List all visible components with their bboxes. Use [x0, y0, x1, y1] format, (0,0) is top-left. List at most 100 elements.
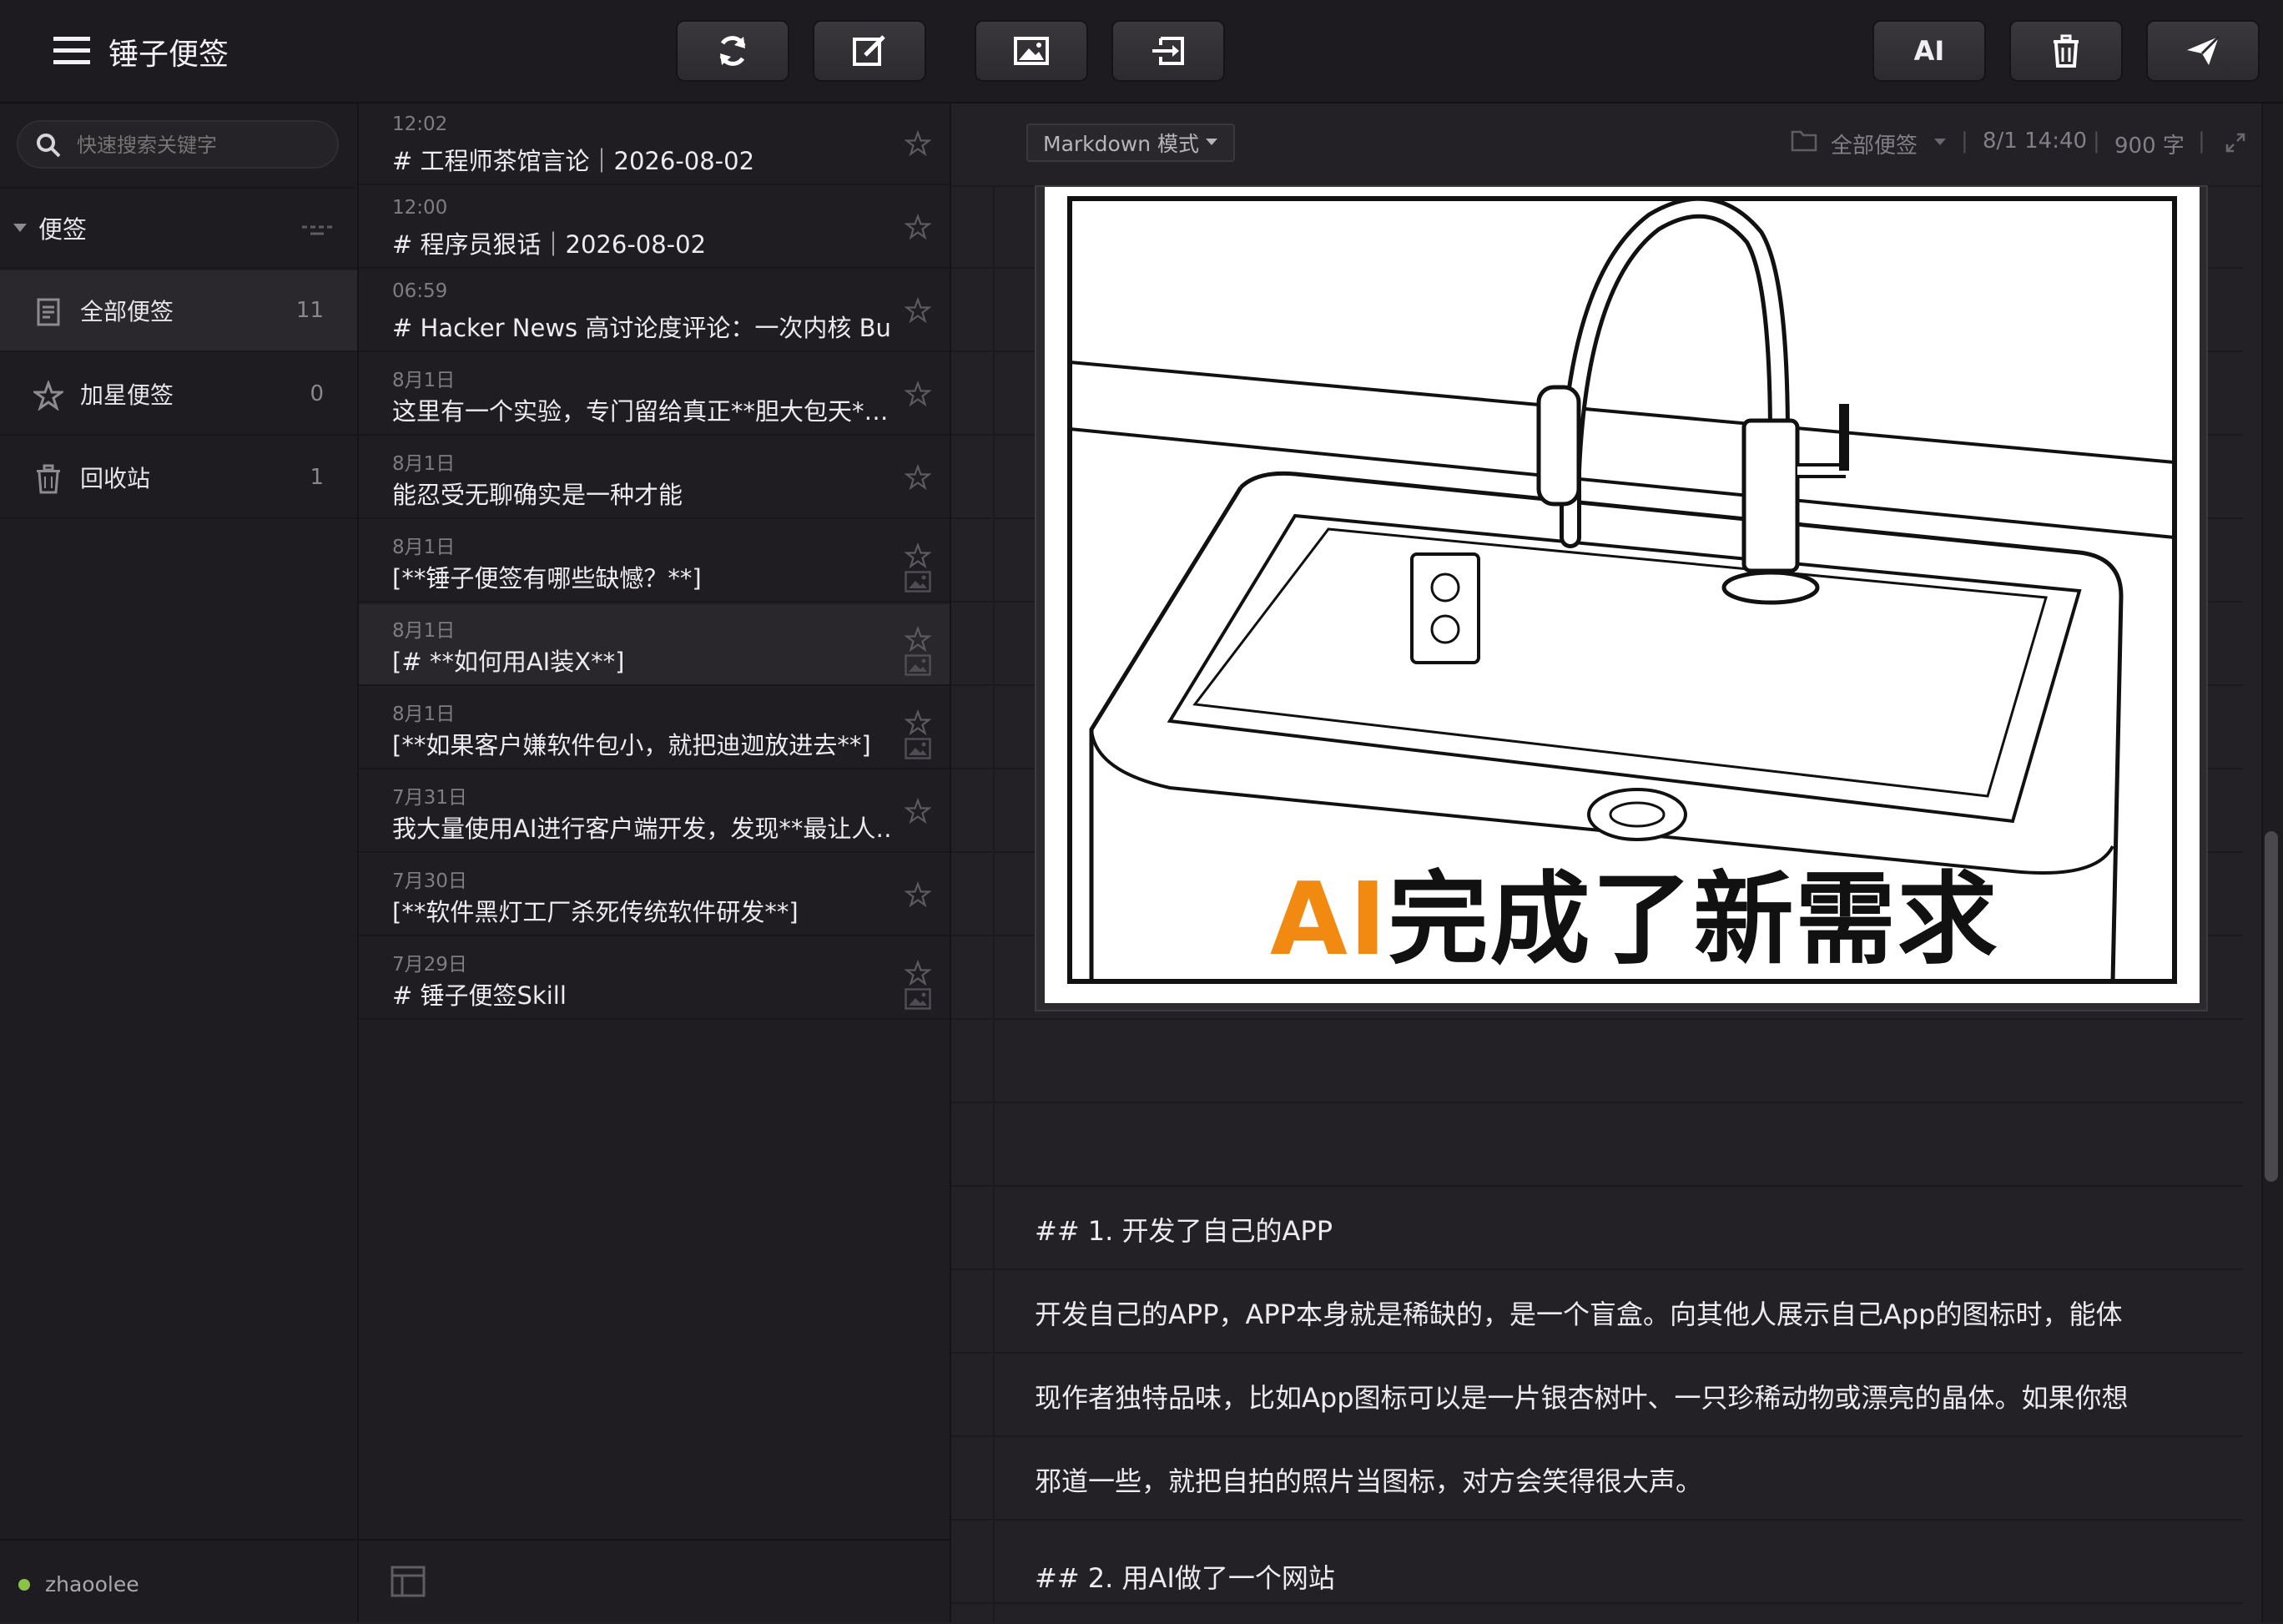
image-caption: AI完成了新需求 [1270, 838, 1999, 983]
star-icon[interactable] [904, 959, 932, 986]
import-button[interactable] [1111, 20, 1225, 82]
editor-line[interactable]: 现作者独特品味，比如App图标可以是一片银杏树叶、一只珍稀动物或漂亮的晶体。如果… [951, 1354, 2243, 1437]
note-list-item[interactable]: 7月31日 我大量使用AI进行客户端开发，发现**最让人… [359, 771, 950, 853]
image-icon [905, 738, 931, 759]
search-box[interactable] [17, 120, 339, 169]
folder-select[interactable]: 全部便签 [1831, 129, 1918, 159]
section-header-notes[interactable]: 便签 [0, 187, 357, 269]
mode-select-label: Markdown 模式 [1043, 132, 1200, 156]
divider: | [2093, 129, 2100, 154]
star-icon[interactable] [904, 380, 932, 407]
paragraph-line: 邪道一些，就把自拍的照片当图标，对方会笑得很大声。 [1035, 1465, 1703, 1497]
section-label: 便签 [38, 215, 88, 244]
fullscreen-icon[interactable] [2225, 132, 2246, 154]
editor-line[interactable] [951, 1604, 2243, 1622]
star-icon[interactable] [904, 129, 932, 157]
note-list: 12:02 # 工程师茶馆言论｜2026-08-02 12:00 # 程序员狠话｜20… [359, 103, 951, 1622]
star-icon[interactable] [904, 213, 932, 240]
note-date: 8月1日 [392, 370, 456, 391]
sidebar: 便签 全部便签 11 加星便签 0 回收站 1 zhaoolee [0, 103, 359, 1622]
search-icon [37, 134, 61, 158]
note-timestamp: 8/1 14:40 [1983, 129, 2088, 154]
send-icon [2187, 35, 2220, 65]
insert-image-button[interactable] [975, 20, 1088, 82]
note-list-item[interactable]: 8月1日这里有一个实验，专门留给真正**胆大包天*… [359, 354, 950, 436]
trash-icon [2054, 34, 2079, 68]
star-icon[interactable] [904, 880, 932, 908]
paragraph-line: 现作者独特品味，比如App图标可以是一片银杏树叶、一只珍稀动物或漂亮的晶体。如果… [1035, 1382, 2129, 1414]
layout-toggle-icon[interactable] [391, 1566, 426, 1597]
bottom-bar [359, 1539, 950, 1624]
image-icon [905, 654, 931, 676]
note-date: 06:59 [392, 280, 448, 302]
delete-button[interactable] [2009, 20, 2123, 82]
note-title: [**锤子便签有哪些缺憾？**] [392, 564, 702, 593]
note-list-item[interactable]: 12:02 # 工程师茶馆言论｜2026-08-02 [359, 103, 950, 185]
editor-line[interactable]: 邪道一些，就把自拍的照片当图标，对方会笑得很大声。 [951, 1437, 2243, 1521]
notes-icon [37, 298, 60, 326]
heading-line: ## 1. 开发了自己的APP [1035, 1215, 1333, 1247]
star-icon[interactable] [904, 463, 932, 491]
word-count: 900 字 [2114, 134, 2185, 159]
note-list-item[interactable]: 8月1日 [# **如何用AI装X**] [359, 604, 950, 686]
divider: | [1961, 129, 1968, 154]
star-icon[interactable] [904, 296, 932, 324]
folder-icon [1791, 130, 1817, 152]
image-caption-highlight: AI [1270, 862, 1388, 978]
star-icon[interactable] [904, 709, 932, 736]
editor-line[interactable] [951, 1103, 2243, 1187]
star-icon[interactable] [904, 797, 932, 825]
note-list-item[interactable]: 8月1日 [**锤子便签有哪些缺憾？**] [359, 521, 950, 603]
collapse-icon[interactable] [302, 222, 332, 235]
note-list-item[interactable]: 8月1日 能忍受无聊确实是一种才能 [359, 437, 950, 519]
note-title: 能忍受无聊确实是一种才能 [392, 481, 683, 509]
note-title: # Hacker News 高讨论度评论：一次内核 Bu… [392, 314, 893, 342]
sidebar-item-trash[interactable]: 回收站 1 [0, 437, 357, 519]
sync-icon [719, 36, 746, 66]
heading-line[interactable]: ## 2. 用AI做了一个网站 [1035, 1557, 1335, 1596]
divider: | [2198, 129, 2205, 154]
sidebar-item-starred[interactable]: 加星便签 0 [0, 354, 357, 436]
ai-button[interactable]: AI [1872, 20, 1986, 82]
editor-line[interactable]: 开发自己的APP，APP本身就是稀缺的，是一个盲盒。向其他人展示自己App的图标… [951, 1270, 2243, 1354]
sidebar-item-label: 全部便签 [80, 298, 174, 325]
username[interactable]: zhaoolee [45, 1572, 139, 1596]
sidebar-item-count: 1 [310, 465, 324, 490]
image-icon [905, 988, 931, 1010]
note-date: 7月30日 [392, 870, 467, 892]
sidebar-item-count: 11 [295, 298, 324, 323]
note-title: 这里有一个实验，专门留给真正**胆大包天*… [392, 397, 889, 426]
sidebar-item-label: 回收站 [80, 465, 151, 492]
send-button[interactable] [2146, 20, 2260, 82]
note-date: 12:02 [392, 113, 448, 135]
scrollbar-thumb[interactable] [2265, 831, 2278, 1182]
star-icon[interactable] [904, 625, 932, 653]
image-icon [905, 571, 931, 593]
new-note-button[interactable] [813, 20, 926, 82]
image-icon [1014, 37, 1049, 65]
editor-toolbar: Markdown 模式 全部便签 | 8/1 14:40 | 900 字 | [951, 103, 2283, 187]
note-date: 7月29日 [392, 954, 467, 976]
note-title: # 锤子便签Skill [392, 981, 567, 1010]
note-list-item[interactable]: 7月30日 [**软件黑灯工厂杀死传统软件研发**] [359, 855, 950, 936]
note-list-item[interactable]: 06:59 # Hacker News 高讨论度评论：一次内核 Bu… [359, 270, 950, 352]
sidebar-item-all-notes[interactable]: 全部便签 11 [0, 270, 357, 352]
star-icon[interactable] [904, 542, 932, 569]
edit-icon [853, 35, 885, 66]
search-input[interactable] [75, 129, 329, 162]
top-toolbar: 锤子便签 AI [0, 0, 2283, 103]
online-status-dot [18, 1579, 30, 1591]
sidebar-item-label: 加星便签 [80, 381, 174, 409]
editor-line[interactable]: ## 1. 开发了自己的APP [951, 1187, 2243, 1270]
mode-select[interactable]: Markdown 模式 [1026, 124, 1235, 162]
note-list-item[interactable]: 8月1日 [**如果客户嫌软件包小，就把迪迦放进去**] [359, 688, 950, 769]
menu-icon[interactable] [53, 37, 90, 65]
app-title: 锤子便签 [108, 38, 229, 72]
embedded-image[interactable]: AI完成了新需求 [1035, 185, 2208, 1011]
paragraph-line: 开发自己的APP，APP本身就是稀缺的，是一个盲盒。向其他人展示自己App的图标… [1035, 1299, 2123, 1330]
note-date: 7月31日 [392, 787, 467, 809]
note-date: 8月1日 [392, 620, 456, 642]
sync-button[interactable] [676, 20, 789, 82]
note-list-item[interactable]: 7月29日 # 锤子便签Skill [359, 938, 950, 1020]
note-list-item[interactable]: 12:00 # 程序员狠话｜2026-08-02 [359, 187, 950, 269]
